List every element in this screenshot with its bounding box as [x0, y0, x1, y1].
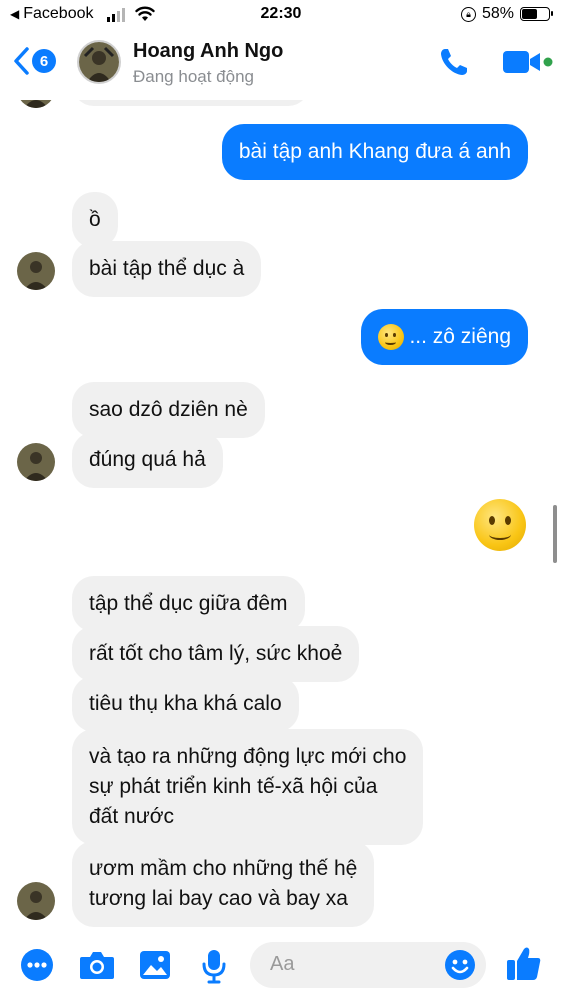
slightly-smiling-face-icon: [377, 324, 404, 351]
video-camera-icon: [503, 51, 553, 73]
message-bubble-incoming[interactable]: tiêu thụ kha khá calo: [72, 676, 299, 732]
contact-avatar-small: [17, 882, 55, 920]
message-input-placeholder: Aa: [270, 953, 295, 975]
message-line: ươm mầm cho những thế hệ: [89, 857, 358, 880]
contact-avatar[interactable]: [77, 40, 121, 84]
contact-name[interactable]: Hoang Anh Ngo: [133, 40, 283, 63]
message-bubble-incoming[interactable]: rất tốt cho tâm lý, sức khoẻ: [72, 626, 360, 682]
message-line: đất nước: [89, 805, 175, 828]
back-chevron-icon: [14, 47, 29, 75]
emoji-icon[interactable]: [444, 949, 476, 981]
contact-avatar-small: [17, 443, 55, 481]
message-bubble-incoming[interactable]: ồ: [72, 192, 118, 248]
video-call-button[interactable]: [502, 46, 554, 83]
battery-icon: [520, 7, 553, 21]
message-line: sự phát triển kinh tế-xã hội của: [89, 775, 378, 798]
contact-status: Đang hoạt động: [133, 67, 254, 86]
message-bubble-incoming[interactable]: bài tập thể dục à: [72, 241, 262, 297]
message-bubble-incoming[interactable]: sao dzô dziên nè: [72, 382, 265, 438]
microphone-icon[interactable]: [200, 948, 228, 984]
message-bubble-outgoing[interactable]: ... zô ziêng: [360, 309, 528, 365]
message-bubble-incoming[interactable]: tập thể dục giữa đêm: [72, 576, 305, 632]
scrollbar[interactable]: [553, 505, 557, 563]
status-bar: ◀ Facebook 22:30 🔒︎ 58%: [0, 0, 562, 30]
message-input[interactable]: Aa: [250, 942, 486, 988]
phone-icon: [441, 49, 467, 75]
image-icon[interactable]: [138, 948, 172, 982]
battery-percent: 58%: [481, 5, 514, 22]
back-button[interactable]: 6: [12, 46, 56, 76]
message-text: ... zô ziêng: [409, 325, 511, 348]
message-bubble-incoming[interactable]: và tạo ra những động lực mới cho sự phát…: [72, 729, 424, 845]
more-icon[interactable]: [20, 948, 54, 982]
message-bubble-outgoing[interactable]: bài tập anh Khang đưa á anh: [221, 124, 528, 180]
online-dot: [543, 57, 553, 67]
thumbs-up-icon[interactable]: [505, 944, 543, 982]
camera-icon[interactable]: [78, 948, 116, 982]
message-bubble-incoming[interactable]: ươm mầm cho những thế hệ tương lai bay c…: [72, 841, 375, 927]
contact-avatar-small: [17, 252, 55, 290]
slightly-smiling-face-icon[interactable]: [474, 499, 526, 551]
unread-count-badge: 6: [32, 49, 56, 73]
message-composer: Aa: [0, 930, 562, 1000]
message-line: và tạo ra những động lực mới cho: [89, 745, 407, 768]
voice-call-button[interactable]: [438, 46, 470, 83]
message-line: tương lai bay cao và bay xa: [89, 887, 348, 910]
message-bubble-incoming[interactable]: đúng quá hả: [72, 432, 223, 488]
chat-header: 6 Hoang Anh Ngo Đang hoạt động: [0, 30, 562, 100]
rotation-lock-icon: 🔒︎: [460, 6, 476, 22]
